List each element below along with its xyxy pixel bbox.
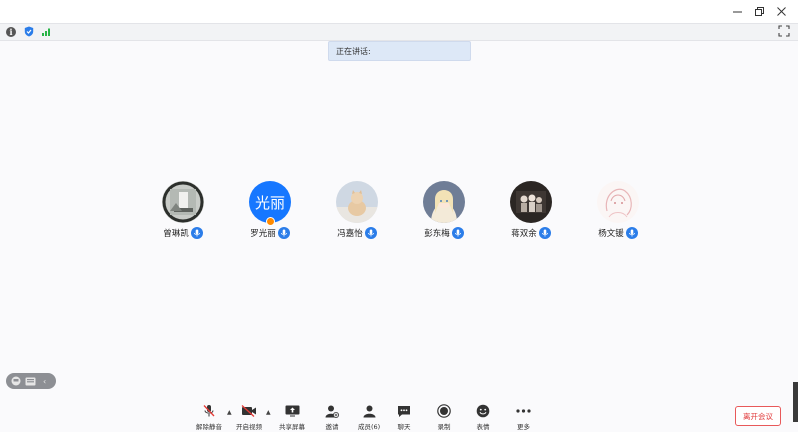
chat-button[interactable]: 聊天: [397, 404, 411, 431]
chat-icon: [398, 405, 410, 417]
invite-user-icon: [325, 405, 339, 418]
meeting-toolbar: 解除静音 ▲ 开启视频 ▲ 共享屏幕 邀请 成员(6) 聊天 录制 表情 更多: [0, 402, 798, 432]
participant-avatar: [597, 181, 639, 223]
participant-avatar: [336, 181, 378, 223]
participant-name: 罗光丽: [250, 229, 276, 239]
signal-icon[interactable]: [42, 27, 52, 36]
chevron-left-icon[interactable]: ‹: [43, 377, 46, 386]
members-icon: [363, 405, 376, 417]
leave-meeting-button[interactable]: 离开会议: [735, 406, 781, 426]
more-button[interactable]: 更多: [516, 404, 531, 431]
members-button[interactable]: 成员(6): [358, 404, 380, 431]
start-video-button[interactable]: 开启视频: [236, 404, 262, 431]
window-titlebar: [0, 0, 798, 23]
window-controls: [728, 3, 790, 19]
participant-avatar: [423, 181, 465, 223]
camera-off-icon: [241, 405, 256, 417]
share-screen-icon: [285, 405, 299, 417]
participant-tile[interactable]: 曾琳凯: [143, 181, 223, 240]
participant-name: 蒋双余: [511, 229, 537, 239]
participant-avatar: [510, 181, 552, 223]
record-button[interactable]: 录制: [437, 404, 451, 431]
mic-icon: [190, 227, 203, 239]
share-screen-button[interactable]: 共享屏幕: [279, 404, 305, 431]
mic-icon: [364, 227, 377, 239]
unmute-button[interactable]: 解除静音: [196, 404, 222, 431]
fullscreen-icon[interactable]: [778, 25, 790, 37]
face-icon[interactable]: [11, 376, 21, 386]
invite-button[interactable]: 邀请: [325, 404, 339, 431]
participant-name: 彭东梅: [424, 229, 450, 239]
info-icon[interactable]: i: [6, 26, 16, 37]
record-icon: [437, 404, 451, 418]
participant-tile[interactable]: 彭东梅: [404, 181, 484, 240]
participant-tile[interactable]: 蒋双余: [491, 181, 571, 240]
participant-grid: 曾琳凯 光丽 罗光丽 冯嘉怡 彭东梅 蒋双余 杨文锾: [140, 181, 660, 241]
participant-tile[interactable]: 杨文锾: [578, 181, 658, 240]
participant-name: 冯嘉怡: [337, 229, 363, 239]
reactions-button[interactable]: 表情: [476, 404, 490, 431]
participant-avatar: 光丽: [249, 181, 291, 226]
close-icon[interactable]: [772, 3, 790, 19]
more-dots-icon: [516, 409, 531, 413]
mic-icon: [277, 227, 290, 239]
mic-icon: [451, 227, 464, 239]
window-edge-strip: [793, 382, 798, 422]
mic-icon: [538, 227, 551, 239]
participant-name: 杨文锾: [598, 229, 624, 239]
audio-options-caret-icon[interactable]: ▲: [227, 409, 232, 416]
side-control-pill[interactable]: ‹: [6, 373, 56, 389]
shield-icon[interactable]: [24, 26, 34, 37]
video-options-caret-icon[interactable]: ▲: [266, 409, 271, 416]
layout-icon[interactable]: [25, 377, 36, 386]
restore-icon[interactable]: [750, 3, 768, 19]
participant-avatar: [162, 181, 204, 223]
minimize-icon[interactable]: [728, 3, 746, 19]
participant-tile[interactable]: 光丽 罗光丽: [230, 181, 310, 240]
status-bar: i: [0, 23, 798, 41]
participant-tile[interactable]: 冯嘉怡: [317, 181, 397, 240]
mic-icon: [625, 227, 638, 239]
mic-muted-icon: [203, 405, 215, 417]
participant-name: 曾琳凯: [163, 229, 189, 239]
host-badge-icon: [266, 217, 275, 226]
speaking-label: 正在讲话:: [336, 47, 371, 56]
emoji-icon: [476, 404, 490, 418]
speaking-indicator: 正在讲话:: [328, 41, 471, 61]
